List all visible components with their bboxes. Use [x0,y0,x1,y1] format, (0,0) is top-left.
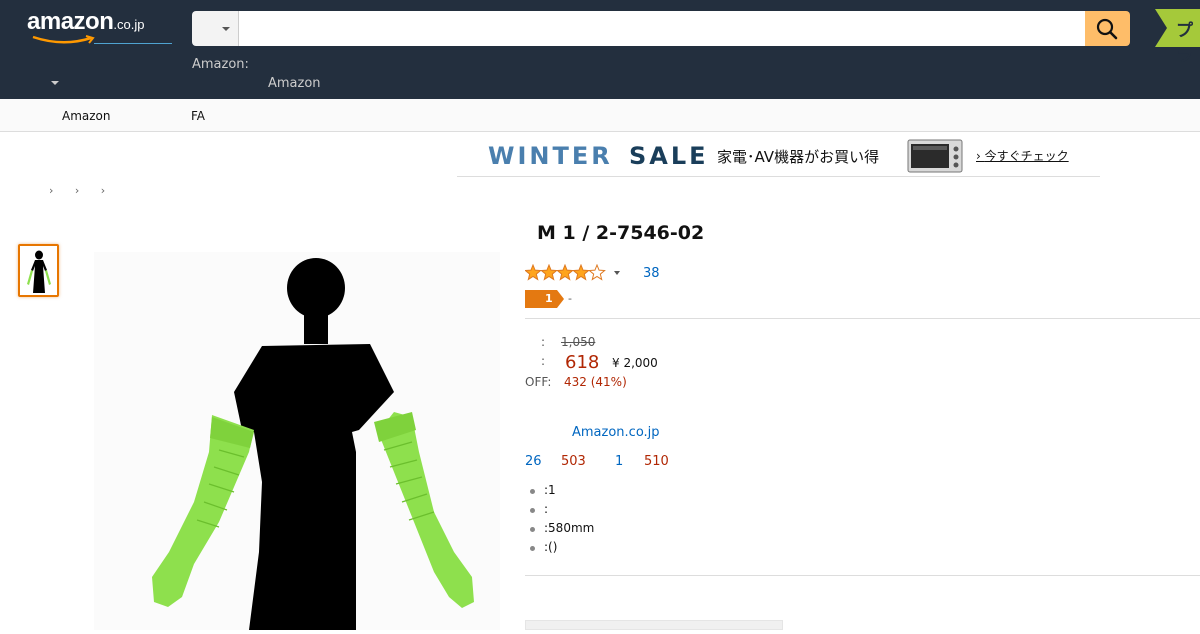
logo-tld: .co.jp [113,17,145,32]
search-button[interactable] [1085,11,1130,46]
top-navigation-bar: amazon.co.jp プラ Amazon: Amazon [0,0,1200,99]
breadcrumb[interactable]: › › › [49,184,114,197]
nav-sub-label-2[interactable]: Amazon [268,76,321,91]
chevron-down-icon [222,27,230,31]
bestseller-rank: 1 [545,292,553,305]
banner-winter-text: WINTER [488,142,613,170]
price: 618 [565,352,600,373]
banner-cta-link[interactable]: › 今すぐチェック [976,147,1069,164]
star-icon [588,263,606,281]
product-main-image[interactable] [94,252,500,630]
offers-count-new[interactable]: 26 [525,454,542,469]
offers-count-used[interactable]: 1 [615,454,623,469]
divider [525,575,1200,576]
rating-count-link[interactable]: 38 [643,266,660,281]
chevron-down-icon[interactable] [51,81,59,85]
seller-link[interactable]: Amazon.co.jp [572,425,660,440]
search-category-dropdown[interactable] [192,11,239,46]
oven-icon [907,139,963,173]
nav-sub-label[interactable]: Amazon: [192,57,249,72]
bestseller-category[interactable]: - [568,292,572,305]
star-icon [572,263,590,281]
divider [525,318,1200,319]
discount-label: OFF: [525,375,552,389]
reference-price: ¥ 2,000 [612,356,658,370]
star-icon [540,263,558,281]
product-title: M 1 / 2-7546-02 [537,222,705,244]
star-rating-icons [524,263,606,281]
feature-bullet: : [525,501,594,520]
star-icon [524,263,542,281]
list-price: 1,050 [561,335,596,349]
subnav-item-fa[interactable]: FA [191,109,205,123]
product-thumbnail-image [27,250,51,293]
banner-subtitle: 家電･AV機器がお買い得 [717,148,880,166]
logo-text: amazon [27,8,114,35]
banner-cta-label: 今すぐチェック [984,149,1069,163]
logo-underline [94,43,172,44]
feature-bullets: :1 : :580mm :() [525,482,594,558]
star-rating[interactable] [524,263,607,286]
price-label: : [541,354,546,368]
sub-navigation-bar: Amazon FA [0,99,1200,132]
product-thumbnail[interactable] [18,244,59,297]
offers-price-used: 510 [644,454,669,469]
search-input[interactable] [239,11,1085,46]
chevron-down-icon[interactable] [614,271,620,275]
star-icon [556,263,574,281]
banner-sale-text: SALE [629,142,709,170]
list-price-label: : [541,335,546,349]
offers-price-new: 503 [561,454,586,469]
subnav-item-amazon[interactable]: Amazon [62,109,111,123]
feature-bullet: :580mm [525,520,594,539]
search-icon [1096,18,1118,40]
discount-value: 432 (41%) [564,375,627,389]
winter-sale-banner[interactable]: WINTER SALE 家電･AV機器がお買い得 › 今すぐチェック [457,133,1100,177]
prime-badge-text: プラ [1176,21,1193,66]
product-figure-image [152,258,474,630]
feature-bullet: :1 [525,482,594,501]
logo-smile-icon [32,35,95,44]
amazon-logo[interactable]: amazon.co.jp [27,8,172,44]
feature-bullet: :() [525,539,594,558]
bottom-panel [525,620,783,630]
